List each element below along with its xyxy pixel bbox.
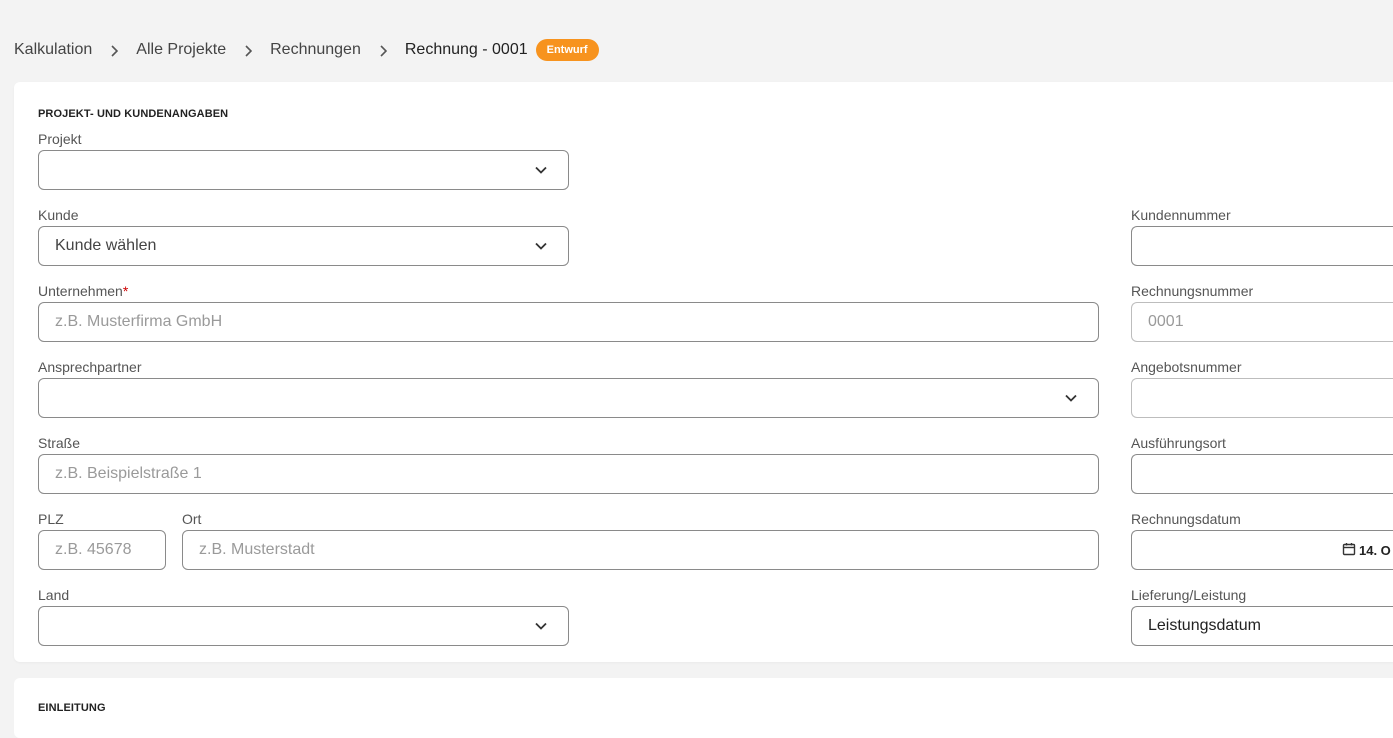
strasse-label: Straße	[38, 435, 81, 451]
ansprechpartner-select[interactable]	[38, 378, 1099, 418]
breadcrumb-current: Rechnung - 0001	[404, 41, 528, 58]
chevron-down-icon	[534, 239, 548, 258]
ort-input[interactable]: z.B. Musterstadt	[182, 530, 1099, 570]
unternehmen-label: Unternehmen*	[38, 283, 129, 299]
chevron-down-icon	[534, 163, 548, 182]
date-display: 14. O	[1342, 542, 1391, 559]
angebotsnummer-label: Angebotsnummer	[1131, 359, 1242, 375]
strasse-placeholder: z.B. Beispielstraße 1	[55, 465, 202, 482]
chevron-right-icon	[92, 42, 136, 59]
introduction-card: EINLEITUNG	[14, 678, 1393, 738]
ausfuehrungsort-label: Ausführungsort	[1131, 435, 1226, 451]
projekt-label: Projekt	[38, 131, 82, 147]
plz-input[interactable]: z.B. 45678	[38, 530, 166, 570]
kunde-value: Kunde wählen	[55, 237, 157, 254]
rechnungsdatum-value: 14. O	[1359, 543, 1391, 558]
projekt-select[interactable]	[38, 150, 569, 190]
section-title: EINLEITUNG	[38, 702, 106, 714]
customer-details-card: PROJEKT- UND KUNDENANGABEN Projekt Kunde…	[14, 82, 1393, 662]
calendar-icon	[1342, 542, 1356, 559]
rechnungsnummer-placeholder: 0001	[1148, 313, 1184, 330]
unternehmen-placeholder: z.B. Musterfirma GmbH	[55, 313, 223, 330]
kunde-label: Kunde	[38, 207, 79, 223]
breadcrumb: Kalkulation Alle Projekte Rechnungen Rec…	[14, 38, 599, 62]
kundennummer-input[interactable]	[1131, 226, 1393, 266]
status-badge: Entwurf	[535, 39, 599, 61]
strasse-input[interactable]: z.B. Beispielstraße 1	[38, 454, 1099, 494]
chevron-down-icon	[534, 619, 548, 638]
land-select[interactable]	[38, 606, 569, 646]
chevron-right-icon	[226, 42, 270, 59]
plz-placeholder: z.B. 45678	[55, 541, 132, 558]
ort-placeholder: z.B. Musterstadt	[199, 541, 315, 558]
lieferung-select[interactable]: Leistungsdatum	[1131, 606, 1393, 646]
kundennummer-label: Kundennummer	[1131, 207, 1231, 223]
lieferung-value: Leistungsdatum	[1148, 617, 1261, 634]
required-marker: *	[122, 283, 129, 299]
ort-label: Ort	[182, 511, 202, 527]
unternehmen-input[interactable]: z.B. Musterfirma GmbH	[38, 302, 1099, 342]
kunde-select[interactable]: Kunde wählen	[38, 226, 569, 266]
section-title: PROJEKT- UND KUNDENANGABEN	[38, 108, 229, 120]
chevron-right-icon	[361, 42, 405, 59]
rechnungsnummer-input[interactable]: 0001	[1131, 302, 1393, 342]
ansprechpartner-label: Ansprechpartner	[38, 359, 142, 375]
lieferung-label: Lieferung/Leistung	[1131, 587, 1247, 603]
breadcrumb-kalkulation[interactable]: Kalkulation	[14, 41, 92, 59]
rechnungsdatum-label: Rechnungsdatum	[1131, 511, 1241, 527]
rechnungsnummer-label: Rechnungsnummer	[1131, 283, 1254, 299]
angebotsnummer-input[interactable]	[1131, 378, 1393, 418]
rechnungsdatum-input[interactable]: 14. O	[1131, 530, 1393, 570]
breadcrumb-alle-projekte[interactable]: Alle Projekte	[136, 41, 226, 59]
plz-label: PLZ	[38, 511, 64, 527]
ausfuehrungsort-input[interactable]	[1131, 454, 1393, 494]
chevron-down-icon	[1064, 391, 1078, 410]
land-label: Land	[38, 587, 70, 603]
breadcrumb-rechnungen[interactable]: Rechnungen	[270, 41, 361, 59]
